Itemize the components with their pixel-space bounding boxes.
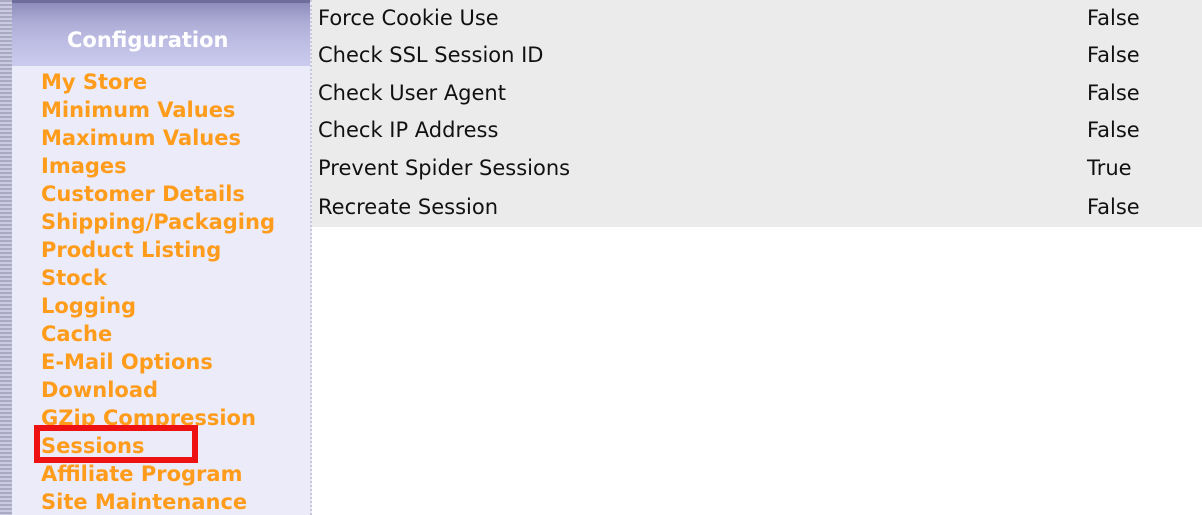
table-row[interactable]: Check IP Address False xyxy=(312,112,1202,149)
setting-value: False xyxy=(1087,81,1140,105)
sidebar-item-images[interactable]: Images xyxy=(41,152,275,180)
session-settings-table: Force Cookie Use False Check SSL Session… xyxy=(312,0,1202,227)
sidebar-edge-strip xyxy=(0,0,12,515)
table-row[interactable]: Prevent Spider Sessions True xyxy=(312,150,1202,187)
setting-value: False xyxy=(1087,43,1140,67)
setting-title: Prevent Spider Sessions xyxy=(318,156,571,180)
setting-title: Recreate Session xyxy=(318,195,499,219)
table-row[interactable]: Check User Agent False xyxy=(312,75,1202,112)
sidebar-item-maximum-values[interactable]: Maximum Values xyxy=(41,124,275,152)
setting-value: False xyxy=(1087,6,1140,30)
setting-value: True xyxy=(1087,156,1132,180)
sidebar-item-my-store[interactable]: My Store xyxy=(41,68,275,96)
sidebar-item-stock[interactable]: Stock xyxy=(41,264,275,292)
setting-value: False xyxy=(1087,118,1140,142)
setting-value: False xyxy=(1087,195,1140,219)
sidebar-item-shipping-packaging[interactable]: Shipping/Packaging xyxy=(41,208,275,236)
sidebar-header: Configuration xyxy=(12,0,310,66)
setting-title: Check User Agent xyxy=(318,81,506,105)
sidebar-item-affiliate-program[interactable]: Affiliate Program xyxy=(41,460,275,488)
sidebar-item-download[interactable]: Download xyxy=(41,376,275,404)
sidebar-item-site-maintenance[interactable]: Site Maintenance xyxy=(41,488,275,515)
sidebar-item-logging[interactable]: Logging xyxy=(41,292,275,320)
sidebar-item-customer-details[interactable]: Customer Details xyxy=(41,180,275,208)
sessions-highlight-box xyxy=(34,425,198,463)
table-row[interactable]: Force Cookie Use False xyxy=(312,0,1202,37)
setting-title: Force Cookie Use xyxy=(318,6,499,30)
sidebar-title: Configuration xyxy=(67,28,229,52)
sidebar-item-cache[interactable]: Cache xyxy=(41,320,275,348)
sidebar-item-email-options[interactable]: E-Mail Options xyxy=(41,348,275,376)
sidebar-item-minimum-values[interactable]: Minimum Values xyxy=(41,96,275,124)
setting-title: Check SSL Session ID xyxy=(318,43,544,67)
sidebar-item-product-listing[interactable]: Product Listing xyxy=(41,236,275,264)
setting-title: Check IP Address xyxy=(318,118,499,142)
admin-page: Configuration My Store Minimum Values Ma… xyxy=(0,0,1202,515)
table-row[interactable]: Check SSL Session ID False xyxy=(312,37,1202,74)
sidebar-header-top-line xyxy=(12,0,310,3)
table-row[interactable]: Recreate Session False xyxy=(312,189,1202,226)
configuration-sidebar: Configuration My Store Minimum Values Ma… xyxy=(0,0,312,515)
